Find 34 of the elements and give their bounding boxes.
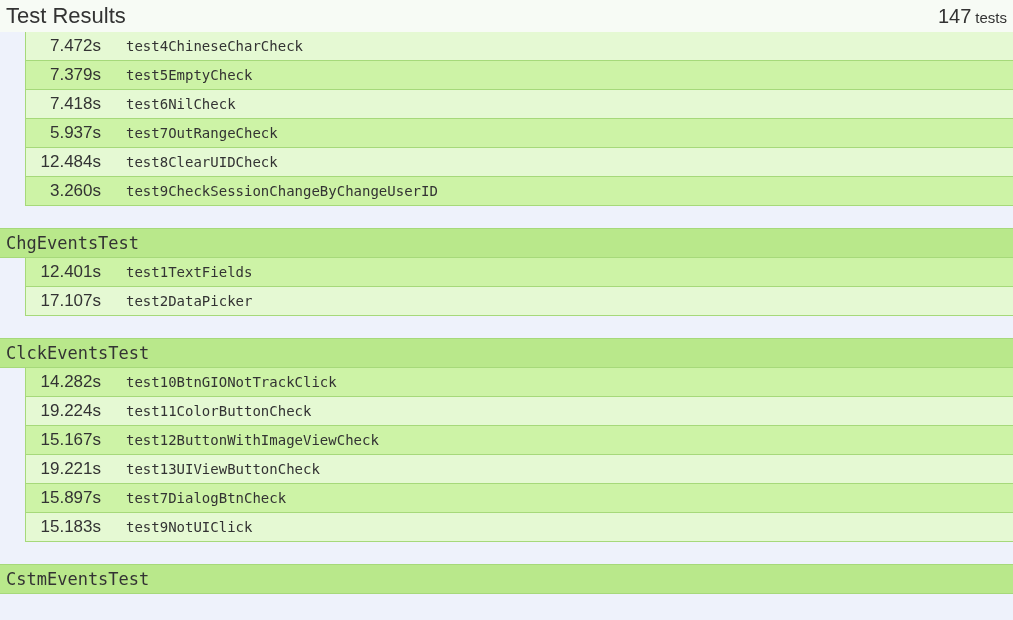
test-duration: 12.484s [39,152,101,172]
test-duration: 15.167s [39,430,101,450]
group-name: CstmEventsTest [5,569,150,589]
test-name: test9CheckSessionChangeByChangeUserID [126,183,438,199]
test-name: test1TextFields [126,264,253,280]
test-duration: 3.260s [48,181,101,201]
test-duration: 7.379s [48,65,101,85]
test-name: test6NilCheck [126,96,236,112]
test-duration: 19.224s [39,401,101,421]
test-name: test8ClearUIDCheck [126,154,278,170]
test-name: test10BtnGIONotTrackClick [126,374,337,390]
group-name: ClckEventsTest [5,343,150,363]
test-name: test4ChineseCharCheck [126,38,303,54]
test-name: test7OutRangeCheck [126,125,278,141]
test-name: test7DialogBtnCheck [126,490,287,506]
test-duration: 7.418s [48,94,101,114]
test-duration: 17.107s [39,291,101,311]
group-name: ChgEventsTest [5,233,140,253]
test-duration: 7.472s [48,36,101,56]
test-name: test9NotUIClick [126,519,253,535]
test-duration: 14.282s [39,372,101,392]
test-name: test2DataPicker [126,293,253,309]
test-duration: 12.401s [39,262,101,282]
test-name: test13UIViewButtonCheck [126,461,320,477]
page-title: Test Results [6,3,126,29]
test-name: test12ButtonWithImageViewCheck [126,432,379,448]
test-name: test11ColorButtonCheck [126,403,312,419]
test-duration: 15.183s [39,517,101,537]
test-count: 147 [937,4,972,28]
test-count-unit: tests [975,8,1007,26]
test-duration: 19.221s [39,459,101,479]
test-name: test5EmptyCheck [126,67,253,83]
test-duration: 15.897s [39,488,101,508]
test-duration: 5.937s [48,123,101,143]
